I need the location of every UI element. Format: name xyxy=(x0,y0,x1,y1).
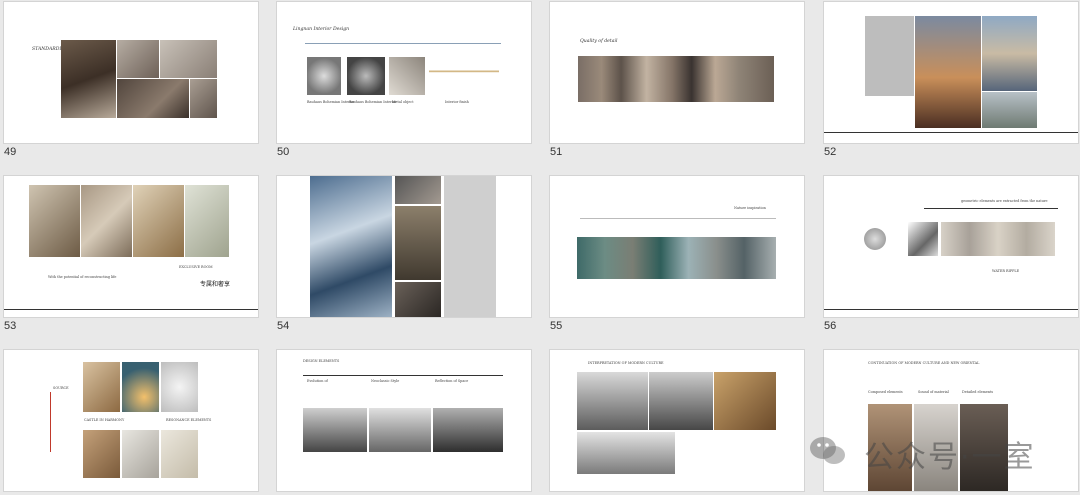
slide-59-photo-art xyxy=(714,372,776,430)
slide-56-heading: geometric elements are extracted from th… xyxy=(961,199,1048,203)
slide-49[interactable]: STANDARDIZED xyxy=(4,2,258,143)
slide-60-label-1: Composed elements xyxy=(868,390,903,394)
slide-50[interactable]: Lingnan Interior Design Bauhaus Bohemian… xyxy=(277,2,531,143)
slide-49-photo-drawer-2 xyxy=(160,40,217,78)
slide-52-photo-canal xyxy=(982,16,1037,91)
slide-56[interactable]: geometric elements are extracted from th… xyxy=(824,176,1078,317)
slide-49-photo-kitchen xyxy=(61,40,116,118)
slide-57-label-resonance: RESONANCE ELEMENTS xyxy=(166,418,212,422)
slide-54[interactable] xyxy=(277,176,531,317)
slide-50-caption-2: Bauhaus Bohemian Interior xyxy=(349,100,397,104)
slide-59-photo-skyline xyxy=(577,432,675,474)
slide-55[interactable]: Nature inspiration xyxy=(550,176,804,317)
slide-58-title: DESIGN ELEMENTS xyxy=(303,359,340,363)
slide-58-photo-3 xyxy=(433,408,503,452)
slide-57-label-source: SOURCE xyxy=(53,386,69,390)
slide-56-photo-circle xyxy=(864,228,886,250)
slide-57-vertical-rule xyxy=(50,392,51,452)
slide-58[interactable]: DESIGN ELEMENTS Evolution of Neoclassic … xyxy=(277,350,531,491)
slide-51-photo-strip xyxy=(578,56,774,102)
slide-60-title: CONTINUATION OF MODERN CULTURE AND NEW O… xyxy=(868,361,980,365)
slide-55-title: Nature inspiration xyxy=(734,206,766,210)
slide-50-caption-1: Bauhaus Bohemian Interior xyxy=(307,100,355,104)
slide-57-label-castle: CASTLE IN HARMONY xyxy=(84,418,125,422)
slide-54-photo-1 xyxy=(395,176,441,204)
slide-58-col-2: Neoclassic Style xyxy=(371,379,400,383)
slide-50-caption-3: Metal object xyxy=(392,100,414,104)
slide-49-number: 49 xyxy=(4,146,17,158)
slide-53-label: EXCLUSIVE ROOM xyxy=(179,265,213,269)
slide-52-photo-aerial xyxy=(982,92,1037,128)
slide-49-photo-drawer-4 xyxy=(190,79,217,118)
slide-59-title: INTERPRETATION OF MODERN CULTURE xyxy=(588,361,664,365)
slide-49-photo-drawer-1 xyxy=(117,40,159,78)
slide-53-heading-cn: 专属和奢享 xyxy=(200,281,231,288)
slide-58-col-1: Evolution of xyxy=(307,379,328,383)
slide-56-photo-strip xyxy=(941,222,1055,256)
slide-52-text-panel xyxy=(865,16,914,96)
slide-50-title: Lingnan Interior Design xyxy=(293,27,350,32)
slide-57[interactable]: SOURCE CASTLE IN HARMONY RESONANCE ELEME… xyxy=(4,350,258,491)
slide-54-photo-3 xyxy=(395,282,441,317)
slide-60-label-3: Detailed elements xyxy=(962,390,994,394)
slide-50-number: 50 xyxy=(277,146,290,158)
slide-56-rule-bottom xyxy=(824,309,1078,310)
slide-57-photo-2 xyxy=(122,362,159,412)
slide-60-label-2: Sound of material xyxy=(918,390,949,394)
slide-54-number: 54 xyxy=(277,320,290,332)
slide-58-photo-1 xyxy=(303,408,367,452)
slide-50-photo-2 xyxy=(347,57,385,95)
slide-53-photo-2 xyxy=(81,185,132,257)
slide-59-photo-building xyxy=(649,372,713,430)
slide-56-number: 56 xyxy=(824,320,837,332)
slide-49-photo-drawer-3 xyxy=(117,79,189,118)
slide-55-rule xyxy=(580,218,776,219)
slide-57-photo-3 xyxy=(161,362,198,412)
slide-54-photo-skyscrapers xyxy=(310,176,392,317)
slide-57-photo-6 xyxy=(161,430,198,478)
slide-53-photo-1 xyxy=(29,185,80,257)
slide-51-number: 51 xyxy=(550,146,563,158)
slide-56-label: WATER RIPPLE xyxy=(992,269,1020,273)
slide-52-photo-city xyxy=(915,16,981,128)
slide-50-caption-4: Interior finish xyxy=(445,100,469,104)
slide-53-photo-3 xyxy=(133,185,184,257)
slide-52-number: 52 xyxy=(824,146,837,158)
slide-51[interactable]: Quality of detail xyxy=(550,2,804,143)
watermark-text: 公众号·一室 xyxy=(864,440,1036,475)
slide-58-photo-2 xyxy=(369,408,431,452)
slide-54-photo-2 xyxy=(395,206,441,280)
slide-54-text-panel xyxy=(444,176,496,317)
wechat-icon xyxy=(810,437,845,464)
slide-55-photo-strip xyxy=(577,237,776,279)
slide-58-col-3: Reflection of Space xyxy=(435,379,469,383)
slide-50-text-bar xyxy=(305,43,501,44)
slide-57-photo-1 xyxy=(83,362,120,412)
slide-59-photo-harbor xyxy=(577,372,648,430)
slide-59[interactable]: INTERPRETATION OF MODERN CULTURE xyxy=(550,350,804,491)
slide-57-photo-5 xyxy=(122,430,159,478)
slide-55-number: 55 xyxy=(550,320,563,332)
slide-57-photo-4 xyxy=(83,430,120,478)
slide-50-photo-3 xyxy=(389,57,425,95)
slide-53-tagline: With the potential of reconstructing lif… xyxy=(48,275,117,279)
slide-53-rule xyxy=(4,309,258,310)
slide-56-photo-object xyxy=(908,222,938,256)
slide-52[interactable] xyxy=(824,2,1078,143)
slide-53-photo-4 xyxy=(185,185,229,257)
watermark: 公众号·一室 xyxy=(808,432,1058,475)
slide-53[interactable]: EXCLUSIVE ROOM With the potential of rec… xyxy=(4,176,258,317)
slide-52-rule xyxy=(824,132,1078,133)
slide-56-rule-top xyxy=(924,208,1058,209)
slide-58-rule xyxy=(303,375,503,376)
slide-50-photo-1 xyxy=(307,57,341,95)
slide-51-title: Quality of detail xyxy=(580,39,618,44)
slide-50-diagram xyxy=(429,52,499,92)
slide-53-number: 53 xyxy=(4,320,17,332)
